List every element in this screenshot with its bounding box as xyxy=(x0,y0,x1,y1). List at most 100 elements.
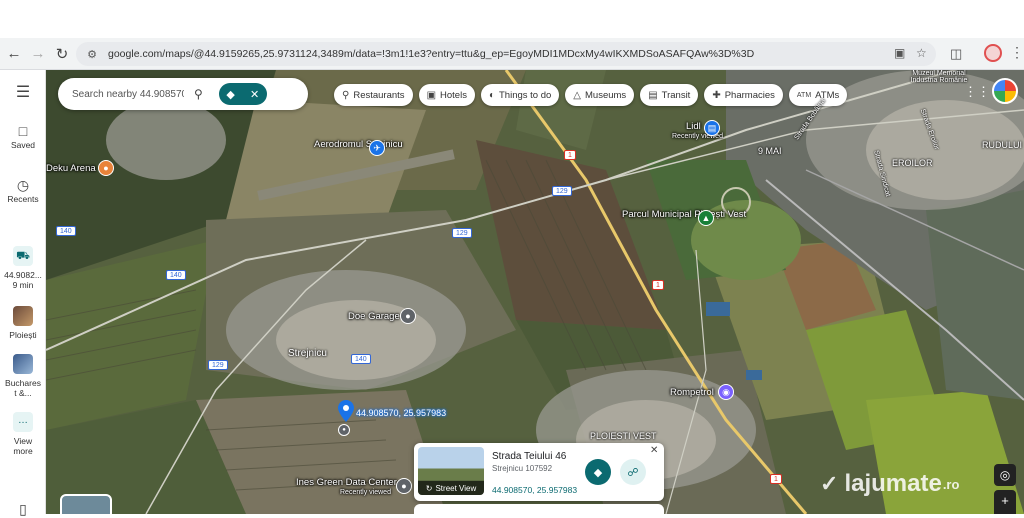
chip-label: Restaurants xyxy=(353,89,405,101)
district-ploiesti-vest: PLOIESTI VEST xyxy=(590,431,657,441)
garage-pin-icon[interactable]: ● xyxy=(400,308,416,324)
install-app-icon[interactable]: ▣ xyxy=(894,46,905,60)
view-more-button[interactable]: … View more xyxy=(0,412,46,456)
search-icon[interactable]: ⚲ xyxy=(194,87,203,101)
road-shield-1: 1 xyxy=(652,280,664,290)
back-arrow-icon[interactable]: ← xyxy=(2,42,26,66)
directions-icon: ◆ xyxy=(593,466,603,479)
watermark-brand: lajumate xyxy=(844,470,942,497)
bus-icon: ▤ xyxy=(648,89,658,101)
fork-knife-icon: ⚲ xyxy=(342,89,350,101)
chip-things-to-do[interactable]: ◐ Things to do xyxy=(480,84,560,106)
browser-menu-icon[interactable]: ⋮ xyxy=(1010,44,1024,61)
chip-label: Museums xyxy=(585,89,627,101)
street-view-thumbnail[interactable]: ↻ Street View xyxy=(418,447,484,495)
park-tree-icon[interactable]: ▲ xyxy=(698,210,714,226)
my-location-icon[interactable]: ◎ xyxy=(994,464,1016,486)
recent-item-coords[interactable]: ⛟ 44.9082... 9 min xyxy=(0,246,46,290)
browser-toolbar: ← → ↻ ⚙ google.com/maps/@44.9159265,25.9… xyxy=(0,38,1024,70)
layers-button[interactable] xyxy=(60,494,112,514)
camera-icon: ◐ xyxy=(488,89,495,101)
road-shield-129: 129 xyxy=(208,360,228,370)
street-view-button[interactable]: ↻ Street View xyxy=(418,481,484,495)
recent-item-ploiesti-label: Ploiești xyxy=(9,330,37,340)
saved-button[interactable]: □ Saved xyxy=(0,124,46,150)
close-card-icon[interactable]: ✕ xyxy=(650,445,658,456)
recent-item-ploiesti[interactable]: Ploiești xyxy=(0,306,46,340)
district-rudului: RUDULUI xyxy=(982,140,1023,150)
chip-museums[interactable]: △ Museums xyxy=(565,84,635,106)
recents-label: Recents xyxy=(7,194,39,204)
poi-parc[interactable]: Parcul Municipal Ploiești Vest xyxy=(622,210,746,220)
stadium-icon[interactable]: ● xyxy=(98,160,114,176)
place-info-card[interactable]: ↻ Street View Strada Teiului 46 Strejnic… xyxy=(414,443,664,501)
road-shield-129: 129 xyxy=(552,186,572,196)
reload-icon[interactable]: ↻ xyxy=(50,42,74,66)
ploiesti-thumbnail xyxy=(13,306,33,326)
site-info-icon[interactable]: ⚙ xyxy=(82,48,102,61)
chip-hotels[interactable]: ▣ Hotels xyxy=(418,84,475,106)
left-rail: ☰ □ Saved ◷ Recents ⛟ 44.9082... 9 min P… xyxy=(0,70,46,516)
chip-transit[interactable]: ▤ Transit xyxy=(640,84,699,106)
account-avatar[interactable] xyxy=(992,78,1018,104)
road-shield-129: 129 xyxy=(452,228,472,238)
dropped-pin-coords: 44.908570, 25.957983 xyxy=(356,408,447,418)
chip-label: Pharmacies xyxy=(724,89,775,101)
profile-avatar[interactable] xyxy=(984,44,1002,62)
chip-pharmacies[interactable]: ✚ Pharmacies xyxy=(704,84,783,106)
poi-ines-label: Ines Green Data Center xyxy=(296,477,397,488)
extensions-icon[interactable]: ◫ xyxy=(950,46,962,62)
hamburger-menu-icon[interactable]: ☰ xyxy=(0,85,46,101)
mobile-icon[interactable]: ▯ xyxy=(0,502,46,518)
road-shield-1: 1 xyxy=(770,474,782,484)
share-icon: ☍ xyxy=(627,466,639,479)
chip-restaurants[interactable]: ⚲ Restaurants xyxy=(334,84,413,106)
poi-ines[interactable]: Ines Green Data Center Recently viewed xyxy=(296,478,397,498)
poi-muzeul: Muzeul Memorial Industria Românie xyxy=(910,70,968,84)
data-center-pin-icon[interactable]: ● xyxy=(396,478,412,494)
browser-tab-strip xyxy=(0,0,1024,38)
search-box[interactable]: Search nearby 44.908570, 25.95 ⚲ ◆ ✕ xyxy=(58,78,308,110)
district-eroilor: EROILOR xyxy=(892,158,933,168)
shopping-cart-icon[interactable]: ▤ xyxy=(704,120,720,136)
close-icon[interactable]: ✕ xyxy=(250,88,259,101)
satellite-map[interactable]: Search nearby 44.908570, 25.95 ⚲ ◆ ✕ ⚲Re… xyxy=(46,70,1024,514)
directions-button[interactable]: ◆ xyxy=(585,459,611,485)
atm-icon: ATM xyxy=(796,91,812,99)
street-view-label: Street View xyxy=(435,483,477,493)
bookmark-star-icon[interactable]: ☆ xyxy=(916,46,927,60)
gas-station-icon[interactable]: ◉ xyxy=(718,384,734,400)
address-bar-url[interactable]: google.com/maps/@44.9159265,25.9731124,3… xyxy=(108,48,878,60)
recent-item-bucharest-label: Buchares t &... xyxy=(5,378,41,398)
place-marker-icon[interactable]: ● xyxy=(338,424,350,436)
recents-button[interactable]: ◷ Recents xyxy=(0,177,46,204)
address-bar[interactable]: ⚙ google.com/maps/@44.9159265,25.9731124… xyxy=(76,42,936,66)
poi-doe-garage[interactable]: Doe Garage xyxy=(348,312,400,322)
place-coords[interactable]: 44.908570, 25.957983 xyxy=(492,485,577,495)
zoom-in-button[interactable]: + xyxy=(994,490,1016,514)
poi-lidl-label: Lidl xyxy=(686,121,701,132)
poi-deku[interactable]: Deku Arena xyxy=(46,164,96,174)
poi-rompetrol[interactable]: Rompetrol xyxy=(670,388,714,398)
forward-arrow-icon[interactable]: → xyxy=(26,42,50,66)
airport-icon[interactable]: ✈ xyxy=(369,140,385,156)
street-9-mai: 9 MAI xyxy=(758,146,782,156)
poi-rompetrol-label: Rompetrol xyxy=(670,387,714,398)
lajumate-logo-icon: ✓ xyxy=(820,471,839,496)
chip-label: Transit xyxy=(661,89,691,101)
road-shield-140: 140 xyxy=(351,354,371,364)
menu-button[interactable]: ☰ xyxy=(0,85,46,102)
museum-icon: △ xyxy=(573,89,581,101)
recent-item-bucharest[interactable]: Buchares t &... xyxy=(0,354,46,398)
more-dots-icon: … xyxy=(13,412,33,432)
history-icon: ◷ xyxy=(16,177,30,193)
dropped-pin-icon[interactable] xyxy=(338,400,354,422)
search-input[interactable]: Search nearby 44.908570, 25.95 xyxy=(72,89,184,100)
search-actions: ◆ ✕ xyxy=(218,83,267,105)
share-button[interactable]: ☍ xyxy=(620,459,646,485)
directions-pin-icon[interactable]: ◆ xyxy=(226,88,234,101)
view-more-label: View more xyxy=(13,436,33,456)
recent-item-coords-label: 44.9082... xyxy=(4,270,42,280)
poi-doe-label: Doe Garage xyxy=(348,311,400,322)
town-strejnicu: Strejnicu xyxy=(288,348,327,359)
